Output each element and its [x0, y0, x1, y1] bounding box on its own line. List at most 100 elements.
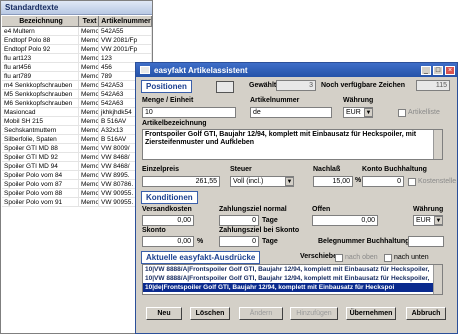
beleg-input[interactable] — [408, 236, 444, 247]
table-cell: Spoiler GTI MD 88 — [2, 144, 79, 152]
table-cell: VW 2001/Fp — [99, 45, 152, 53]
artnr-input[interactable]: de — [250, 107, 332, 118]
neu-button[interactable]: Neu — [146, 307, 182, 320]
zz-tage: Tage — [262, 217, 278, 224]
table-cell: Memo — [81, 45, 99, 53]
app-icon — [140, 66, 150, 74]
table-row[interactable]: Sechskantmuttern Memo A32x13 — [2, 126, 152, 135]
table-row[interactable]: flu art456 Memo 456 — [2, 63, 152, 72]
list-scrollbar[interactable] — [433, 265, 442, 294]
table-cell: Memo — [81, 54, 99, 62]
chevron-down-icon[interactable]: ▼ — [364, 108, 373, 117]
versand-label: Versandkosten — [142, 206, 192, 213]
section-ausdruecke: Aktuelle easyfakt-Ausdrücke — [141, 251, 261, 264]
wand-icon — [216, 81, 234, 93]
table-cell: Memo — [81, 117, 99, 125]
table-row[interactable]: Endtopf Polo 92 Memo VW 2001/Fp — [2, 45, 152, 54]
list-item[interactable]: 10|VW 8888/A|Frontspoiler Golf GTI, Bauj… — [143, 265, 442, 274]
table-cell: Memo — [81, 180, 99, 188]
table-cell: Spoiler Polo vom 87 — [2, 180, 79, 188]
table-row[interactable]: Silberfolie, Spaten Memo B 516AV — [2, 135, 152, 144]
table-row[interactable]: Masioncad Memo jkhkjhdk54 — [2, 108, 152, 117]
table-cell: Memo — [81, 126, 99, 134]
zzs-label: Zahlungsziel bei Skonto — [219, 227, 300, 234]
bez-scrollbar[interactable] — [433, 130, 442, 159]
list-item[interactable]: 10|VW 8888/A|Frontspoiler Golf GTI, Bauj… — [143, 274, 442, 283]
waehrung2-chevron-icon[interactable]: ▼ — [434, 216, 443, 225]
skonto-input[interactable]: 0,00 — [142, 236, 194, 247]
table-row[interactable]: Spoiler Polo vom 88 Memo VW 90955. — [2, 189, 152, 198]
table-row[interactable]: m4 Senkkopfschrauben Memo 542A53 — [2, 81, 152, 90]
ausdruecke-list[interactable]: 10|VW 8888/A|Frontspoiler Golf GTI, Bauj… — [142, 264, 443, 295]
table-row[interactable]: Spoiler Polo vom 91 Memo VW 90955. — [2, 198, 152, 207]
grid-header: Bezeichnung Text Artikelnummer — [2, 16, 152, 27]
einzelpreis-input[interactable]: 261,55 — [142, 176, 220, 187]
table-cell: Memo — [81, 162, 99, 170]
steuer-label: Steuer — [230, 166, 252, 173]
table-cell: Memo — [81, 27, 99, 35]
offen-input[interactable]: 0,00 — [312, 215, 378, 226]
zz-input[interactable]: 0 — [219, 215, 259, 226]
konto-input[interactable]: 0 — [362, 176, 404, 187]
nachlass-label: Nachlaß — [313, 166, 341, 173]
minimize-icon[interactable]: _ — [421, 65, 431, 75]
table-cell: Spoiler Polo vom 88 — [2, 189, 79, 197]
skonto-label: Skonto — [142, 227, 166, 234]
table-cell: Memo — [81, 81, 99, 89]
col-artikelnummer[interactable]: Artikelnummer — [99, 16, 152, 26]
loeschen-button[interactable]: Löschen — [190, 307, 230, 320]
col-text[interactable]: Text — [79, 16, 99, 26]
zzs-tage: Tage — [262, 238, 278, 245]
table-row[interactable]: Spoiler Polo vom 84 Memo VW 8995. — [2, 171, 152, 180]
zzs-input[interactable]: 0 — [219, 236, 259, 247]
einzelpreis-label: Einzelpreis — [142, 166, 179, 173]
table-row[interactable]: e4 Multern Memo 542A55 — [2, 27, 152, 36]
noch-value: 115 — [416, 80, 450, 91]
col-bezeichnung[interactable]: Bezeichnung — [2, 16, 79, 26]
table-row[interactable]: flu art789 Memo 789 — [2, 72, 152, 81]
table-row[interactable]: Endtopf Polo 88 Memo VW 2081/Fp — [2, 36, 152, 45]
artikelassistent-dialog: easyfakt Artikelassistent _ □ × Position… — [135, 62, 458, 334]
table-row[interactable]: M6 Senkkopfschrauben Memo 542A63 — [2, 99, 152, 108]
maximize-icon[interactable]: □ — [433, 65, 443, 75]
table-cell: Memo — [81, 63, 99, 71]
nachlass-input[interactable]: 15,00 — [313, 176, 353, 187]
table-row[interactable]: Spoiler GTI MD 92 Memo VW 8468/ — [2, 153, 152, 162]
table-row[interactable]: flu art123 Memo 123 — [2, 54, 152, 63]
table-cell: Memo — [81, 36, 99, 44]
table-cell: Memo — [81, 108, 99, 116]
aendern-button[interactable]: Ändern — [239, 307, 283, 320]
standardtexte-window: Standardtexte Bezeichnung Text Artikelnu… — [0, 0, 153, 334]
kostenstelle-label: Kostenstelle — [418, 178, 457, 185]
table-cell: Silberfolie, Spaten — [2, 135, 79, 143]
uebernehmen-button[interactable]: Übernehmen — [346, 307, 396, 320]
hinzufuegen-button[interactable]: Hinzufügen — [290, 307, 338, 320]
artikelliste-checkbox[interactable] — [398, 109, 406, 117]
table-row[interactable]: Mobil SH 215 Memo B 516AV — [2, 117, 152, 126]
table-cell: Memo — [81, 144, 99, 152]
table-row[interactable]: Spoiler GTI MD 88 Memo VW 8009/ — [2, 144, 152, 153]
nach-oben-checkbox[interactable] — [335, 254, 343, 262]
menge-input[interactable]: 10 — [142, 107, 236, 118]
nach-unten-checkbox[interactable] — [384, 254, 392, 262]
steuer-chevron-icon[interactable]: ▼ — [285, 177, 294, 186]
close-icon[interactable]: × — [445, 65, 455, 75]
table-cell: m4 Senkkopfschrauben — [2, 81, 79, 89]
artikelliste-label: Artikelliste — [408, 109, 440, 116]
table-cell: Memo — [81, 153, 99, 161]
table-cell: Memo — [81, 99, 99, 107]
bez-textarea[interactable]: Frontspoiler Golf GTI, Baujahr 12/94, ko… — [142, 129, 443, 160]
versand-input[interactable]: 0,00 — [142, 215, 194, 226]
list-item[interactable]: 10|de|Frontspoiler Golf GTI, Baujahr 12/… — [143, 283, 442, 292]
konto-label: Konto Buchhaltung — [362, 166, 427, 173]
table-row[interactable]: Spoiler GTI MD 94 Memo VW 8468/ — [2, 162, 152, 171]
kostenstelle-checkbox[interactable] — [408, 178, 416, 186]
bez-label: Artikelbezeichnung — [142, 120, 207, 127]
abbruch-button[interactable]: Abbruch — [406, 307, 446, 320]
standardtexte-grid: Bezeichnung Text Artikelnummer e4 Multer… — [2, 16, 152, 207]
table-cell: Mobil SH 215 — [2, 117, 79, 125]
waehrung2-label: Währung — [413, 206, 444, 213]
table-row[interactable]: M5 Senkkopfschrauben Memo 542A63 — [2, 90, 152, 99]
table-row[interactable]: Spoiler Polo vom 87 Memo VW 80786. — [2, 180, 152, 189]
nachlass-pct: % — [355, 177, 362, 184]
